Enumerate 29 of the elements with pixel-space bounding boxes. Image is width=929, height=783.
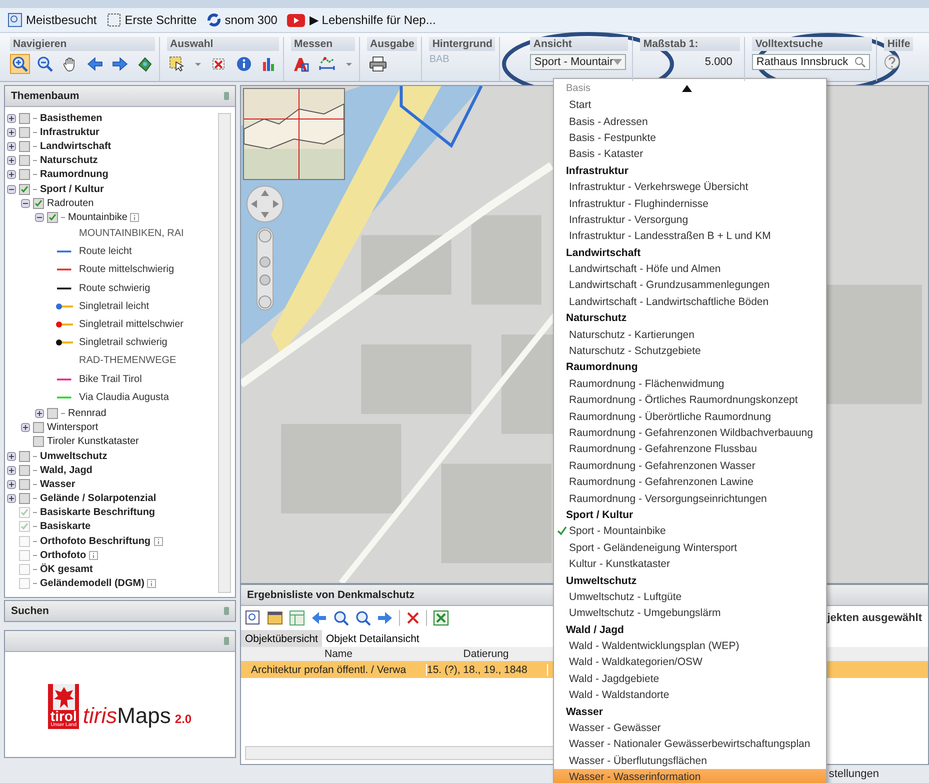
selection-status: jekten ausgewählt <box>827 612 923 624</box>
menu-group-heading: Wasser <box>565 704 604 720</box>
legend-label: Route mittelschwierig <box>79 264 174 276</box>
panel-title: Suchen <box>11 605 49 617</box>
toolbar-group-title: Hintergrund <box>429 37 496 51</box>
version-label: 2.0 <box>174 712 192 728</box>
legend-label: Singletrail leicht <box>79 300 150 312</box>
panel-title: Themenbaum <box>11 90 80 102</box>
table-cell: 15. (?), 18., 19., 1848 <box>427 664 548 676</box>
legend-heading: RAD-THEMENWEGE <box>79 355 176 366</box>
logo-wordmark: tirisMaps <box>82 703 171 729</box>
legend-label: Route schwierig <box>79 282 150 294</box>
panel-title: Ergebnisliste von Denkmalschutz <box>247 589 414 601</box>
toolbar-group-title: Ansicht <box>530 37 628 51</box>
toolbar-group-title: Messen <box>291 37 355 51</box>
legend-label: Bike Trail Tirol <box>79 374 142 385</box>
toolbar-group-title: Maßstab 1: <box>640 37 740 51</box>
table-cell: Architektur profan öffentl. / Verwa <box>241 664 427 676</box>
legend-label: Singletrail schwierig <box>79 337 168 348</box>
menu-group-heading: Wald / Jagd <box>565 622 625 638</box>
toolbar-group-title: Ausgabe <box>367 37 418 51</box>
toolbar-group-title: Volltextsuche <box>752 37 872 51</box>
legend-label: Route leicht <box>79 246 132 258</box>
toolbar-group-title: Auswahl <box>167 37 279 51</box>
legend-label: Via Claudia Augusta <box>79 392 169 403</box>
legend-heading: MOUNTAINBIKEN, RAI <box>79 228 184 240</box>
legend-label: Singletrail mittelschwier <box>79 319 184 330</box>
toolbar-group-title: Navigieren <box>10 37 155 51</box>
toolbar-group-title: Hilfe <box>884 37 914 51</box>
